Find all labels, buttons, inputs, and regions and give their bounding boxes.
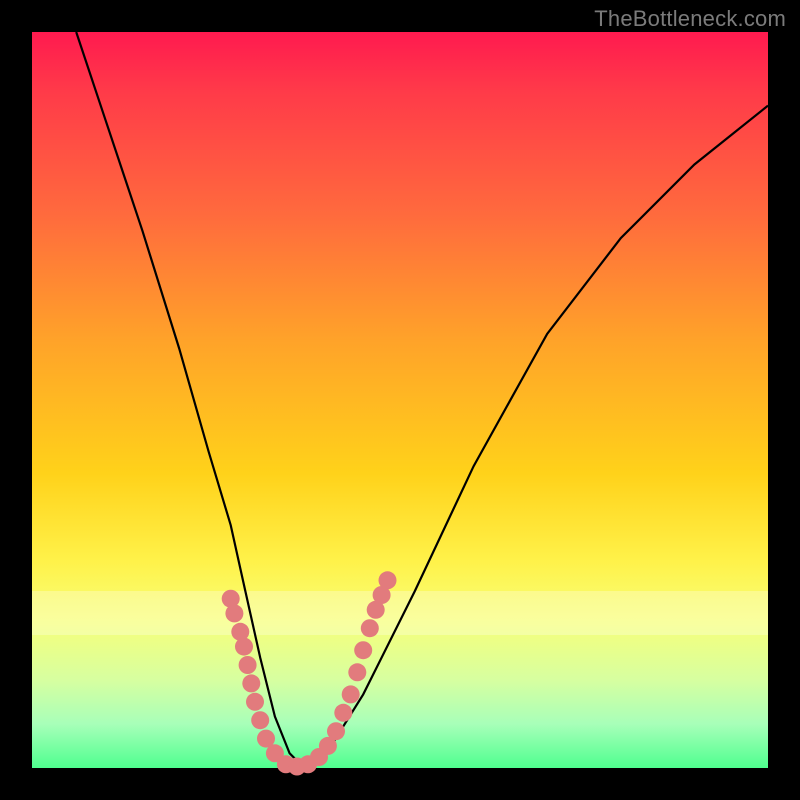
highlight-marker: [239, 656, 257, 674]
highlight-marker: [327, 722, 345, 740]
watermark-text: TheBottleneck.com: [594, 6, 786, 32]
highlight-marker: [242, 674, 260, 692]
highlight-marker: [354, 641, 372, 659]
highlight-marker: [235, 638, 253, 656]
highlight-marker: [334, 704, 352, 722]
highlight-marker: [348, 663, 366, 681]
highlight-marker: [342, 685, 360, 703]
highlight-marker: [361, 619, 379, 637]
highlight-marker: [225, 604, 243, 622]
chart-svg: [32, 32, 768, 768]
chart-frame: TheBottleneck.com: [0, 0, 800, 800]
highlight-marker: [379, 571, 397, 589]
bottleneck-curve-path: [76, 32, 768, 768]
highlight-marker: [246, 693, 264, 711]
highlight-marker: [251, 711, 269, 729]
chart-plot-area: [32, 32, 768, 768]
